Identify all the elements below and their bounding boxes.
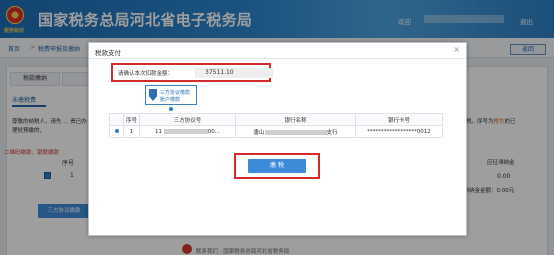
col-bank-name: 银行名称 xyxy=(235,113,356,126)
radio-selected-icon[interactable] xyxy=(114,128,119,133)
method-label-line1: 三方协议缴款 xyxy=(160,90,191,96)
row-bank-name: 唐山 支行 xyxy=(235,125,356,138)
row-card-no: ******************0012 xyxy=(355,125,443,138)
payment-dialog: 税款支付 × 请确认本次扣款金额： 37511.10 三方协议缴款 账户缴款 序… xyxy=(88,42,467,236)
dialog-divider xyxy=(89,58,466,59)
amount-label: 请确认本次扣款金额： xyxy=(118,71,174,77)
bank-name-prefix: 唐山 xyxy=(253,129,265,136)
row-agreement-no: 11 00... xyxy=(139,125,236,138)
dialog-title: 税款支付 xyxy=(95,49,121,57)
col-radio xyxy=(109,113,124,126)
agreement-no-redacted xyxy=(163,128,208,134)
row-radio[interactable] xyxy=(109,125,124,138)
method-label-line2: 账户缴款 xyxy=(160,97,181,103)
pay-tax-button[interactable]: 缴 税 xyxy=(248,159,306,173)
col-seq: 序号 xyxy=(123,113,140,126)
col-card-no: 银行卡号 xyxy=(355,113,443,126)
bank-account-table: 序号 三方协议号 银行名称 银行卡号 1 11 00... 唐山 支行 *****… xyxy=(109,113,443,138)
col-agreement-no: 三方协议号 xyxy=(139,113,236,126)
card-no-prefix: ****************** xyxy=(367,128,417,135)
agreement-no-prefix: 11 xyxy=(155,128,162,135)
table-header-row: 序号 三方协议号 银行名称 银行卡号 xyxy=(109,113,443,126)
close-icon[interactable]: × xyxy=(453,45,460,54)
bank-name-suffix: 支行 xyxy=(326,129,338,136)
table-row[interactable]: 1 11 00... 唐山 支行 ******************0012 xyxy=(109,125,443,138)
amount-field: 37511.10 xyxy=(195,68,273,78)
agreement-method-option[interactable]: 三方协议缴款 账户缴款 xyxy=(145,85,197,105)
method-selected-indicator xyxy=(169,107,173,111)
agreement-no-suffix: 00... xyxy=(207,128,220,135)
bank-name-redacted xyxy=(264,129,327,135)
shield-icon xyxy=(149,89,157,101)
row-seq: 1 xyxy=(123,125,140,138)
card-no-suffix: 0012 xyxy=(416,128,431,135)
